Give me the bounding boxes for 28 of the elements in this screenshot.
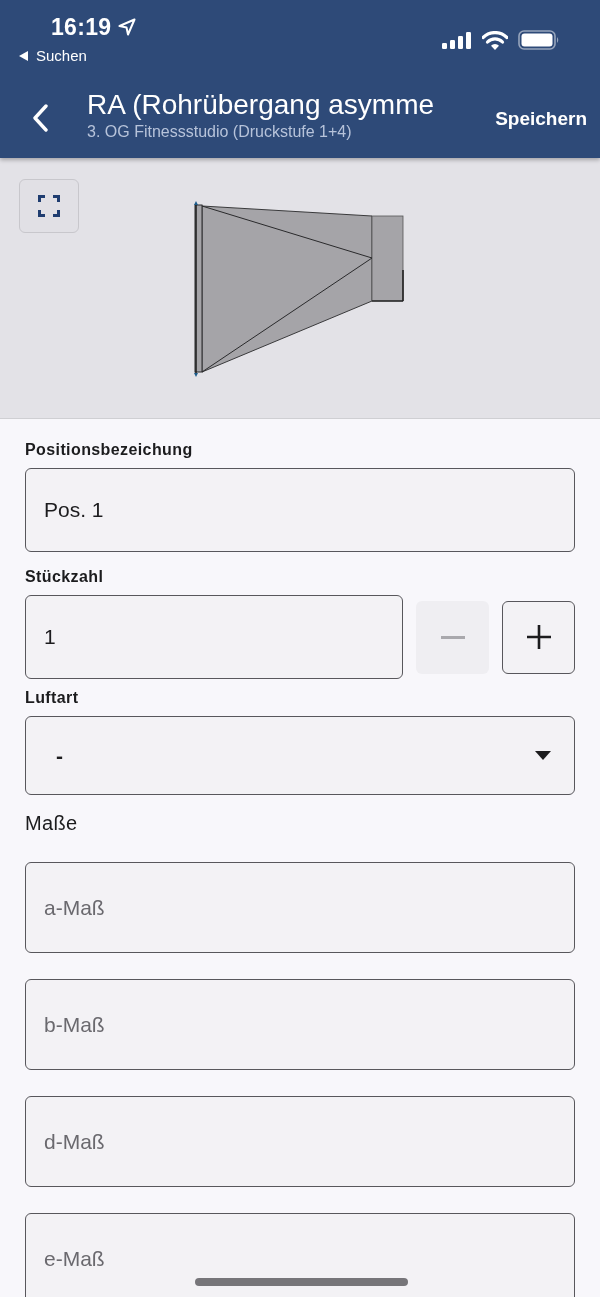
battery-icon	[518, 30, 560, 50]
left-triangle-icon	[19, 51, 28, 61]
dimension-field[interactable]: e-Maß	[25, 1213, 575, 1297]
status-time: 16:19	[51, 13, 112, 41]
dimension-field[interactable]: d-Maß	[25, 1096, 575, 1187]
text-field[interactable]: Pos. 1	[25, 468, 575, 552]
field-label: Stückzahl	[25, 567, 104, 587]
section-heading: Maße	[25, 811, 78, 835]
save-button[interactable]: Speichern	[487, 106, 600, 131]
fullscreen-icon	[38, 195, 60, 217]
wifi-icon	[482, 30, 508, 50]
dimension-field[interactable]: b-Maß	[25, 979, 575, 1070]
increment-button[interactable]	[502, 600, 575, 674]
signal-icon	[442, 31, 472, 49]
screen-title: RA (Rohrübergang asymme	[87, 87, 435, 122]
back-to-app-link[interactable]: Suchen	[19, 47, 87, 65]
dimension-field[interactable]: a-Maß	[25, 862, 575, 953]
field-label: Positionsbezeichung	[25, 440, 193, 460]
plus-icon	[526, 625, 551, 649]
chevron-left-icon	[32, 103, 48, 132]
minus-icon	[440, 635, 465, 639]
fullscreen-button[interactable]	[19, 179, 79, 233]
location-arrow-icon	[118, 18, 137, 36]
quantity-field[interactable]: 1	[25, 595, 403, 679]
caret-down-icon	[535, 751, 551, 760]
screen-subtitle: 3. OG Fitnessstudio (Druckstufe 1+4)	[87, 121, 352, 142]
select-field[interactable]: -	[25, 716, 575, 795]
field-label: Luftart	[25, 688, 79, 708]
